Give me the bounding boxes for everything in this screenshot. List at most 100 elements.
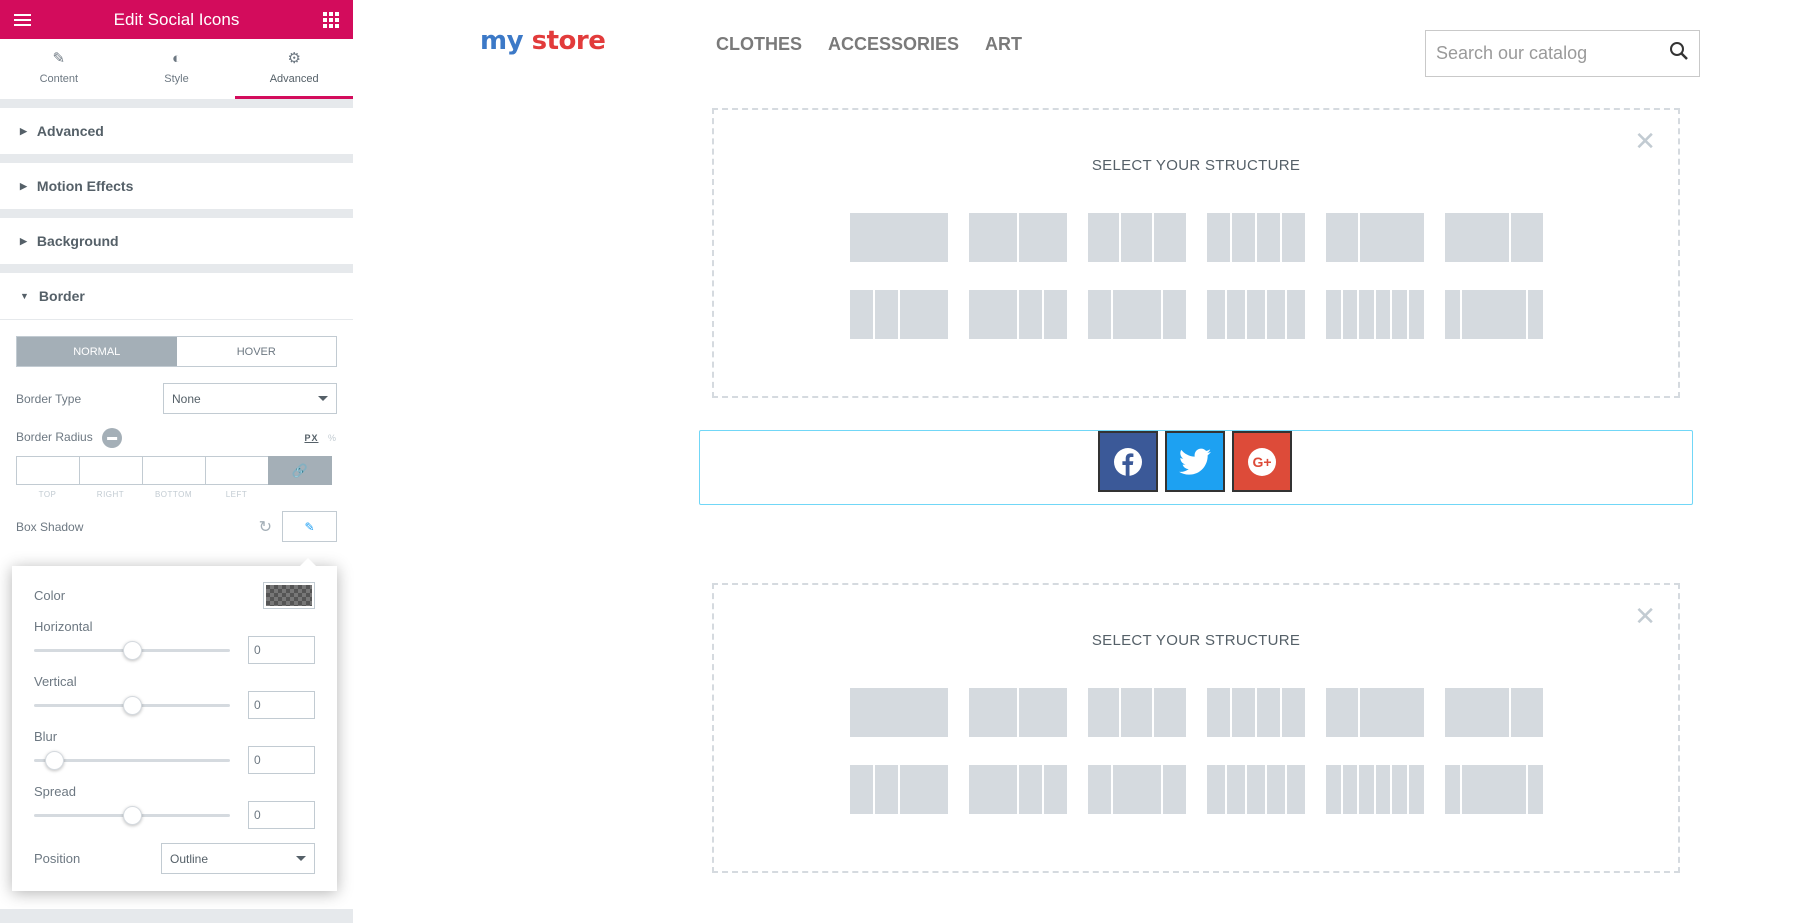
section-label: Advanced	[36, 123, 104, 139]
tab-content[interactable]: ✎ Content	[0, 39, 118, 99]
radius-right-input[interactable]	[79, 456, 142, 485]
preset-1-col[interactable]	[850, 688, 948, 737]
border-radius-dimensions: 🔗	[16, 456, 337, 485]
spread-slider[interactable]	[34, 805, 230, 825]
vertical-slider[interactable]	[34, 695, 230, 715]
chevron-down-icon	[296, 856, 306, 861]
radius-left-input[interactable]	[205, 456, 268, 485]
link-values-icon[interactable]: 🔗	[268, 456, 332, 485]
spread-slider-thumb[interactable]	[123, 805, 142, 825]
page-preview: my store CLOTHES ACCESSORIES ART ✕ SELEC…	[353, 0, 1816, 923]
section-border[interactable]: ▼ Border	[0, 273, 353, 319]
spread-input[interactable]	[248, 801, 315, 829]
search-box	[1425, 30, 1700, 77]
preset-6-col[interactable]	[1326, 765, 1424, 814]
preset-2-col[interactable]	[969, 688, 1067, 737]
section-background[interactable]: ▶ Background	[0, 218, 353, 264]
tab-label: Advanced	[269, 73, 319, 85]
border-type-select[interactable]: None	[163, 383, 337, 414]
radius-bottom-input[interactable]	[142, 456, 205, 485]
position-value: Outline	[170, 851, 209, 866]
preset-33-66[interactable]	[1326, 688, 1424, 737]
border-type-label: Border Type	[16, 391, 82, 406]
structure-selector-top: ✕ SELECT YOUR STRUCTURE	[712, 108, 1680, 398]
tab-label: Content	[39, 73, 79, 85]
blur-slider-thumb[interactable]	[44, 750, 64, 770]
preset-4-col[interactable]	[1207, 688, 1305, 737]
close-icon[interactable]: ✕	[1634, 128, 1656, 154]
caret-right-icon: ▶	[20, 235, 27, 246]
preset-66-33[interactable]	[1445, 213, 1543, 262]
preset-25-50-25[interactable]	[1088, 290, 1186, 339]
horizontal-slider[interactable]	[34, 640, 230, 660]
social-icons-section[interactable]: G+	[699, 430, 1693, 505]
preset-2-col[interactable]	[969, 213, 1067, 262]
preset-6-col[interactable]	[1326, 290, 1424, 339]
search-input[interactable]	[1436, 43, 1669, 64]
logo-text-my: my	[480, 26, 524, 56]
search-icon[interactable]	[1669, 41, 1689, 67]
tab-label: Style	[164, 73, 189, 85]
preset-16-66-16[interactable]	[1445, 765, 1543, 814]
preset-33-66[interactable]	[1326, 213, 1424, 262]
radius-top-input[interactable]	[16, 456, 79, 485]
unit-px[interactable]: PX	[304, 433, 318, 443]
preset-25-25-50[interactable]	[850, 765, 948, 814]
vertical-slider-thumb[interactable]	[123, 695, 142, 715]
preset-3-col[interactable]	[1088, 213, 1186, 262]
color-picker-swatch[interactable]	[263, 582, 315, 609]
structure-title: SELECT YOUR STRUCTURE	[1091, 632, 1301, 649]
color-label: Color	[34, 588, 66, 603]
horizontal-input[interactable]	[248, 636, 315, 664]
preset-5-col[interactable]	[1207, 290, 1305, 339]
google-plus-icon[interactable]: G+	[1232, 431, 1292, 492]
unit-percent[interactable]: %	[328, 433, 337, 443]
preset-16-66-16[interactable]	[1445, 290, 1543, 339]
preset-5-col[interactable]	[1207, 765, 1305, 814]
dim-label-left: LEFT	[225, 490, 248, 499]
structure-title: SELECT YOUR STRUCTURE	[1091, 157, 1301, 174]
preset-50-25-25[interactable]	[969, 290, 1067, 339]
tab-advanced[interactable]: ⚙ Advanced	[235, 39, 354, 99]
preset-4-col[interactable]	[1207, 213, 1305, 262]
preset-66-33[interactable]	[1445, 688, 1543, 737]
close-icon[interactable]: ✕	[1634, 603, 1656, 629]
section-motion-effects[interactable]: ▶ Motion Effects	[0, 163, 353, 209]
border-type-value: None	[172, 391, 201, 406]
panel-tabs: ✎ Content ◐ Style ⚙ Advanced	[0, 39, 354, 99]
horizontal-slider-thumb[interactable]	[123, 640, 142, 660]
store-logo[interactable]: my store	[480, 26, 606, 56]
reset-icon[interactable]: ↻	[259, 517, 272, 537]
pencil-icon: ✎	[52, 50, 66, 67]
preset-3-col[interactable]	[1088, 688, 1186, 737]
blur-label: Blur	[34, 729, 58, 744]
caret-down-icon: ▼	[20, 291, 29, 301]
preset-50-25-25[interactable]	[969, 765, 1067, 814]
position-select[interactable]: Outline	[161, 843, 315, 874]
twitter-icon[interactable]	[1165, 431, 1225, 492]
dim-label-right: RIGHT	[96, 490, 125, 499]
nav-art[interactable]: ART	[985, 34, 1022, 55]
vertical-input[interactable]	[248, 691, 315, 719]
caret-right-icon: ▶	[20, 125, 27, 136]
position-label: Position	[34, 851, 81, 866]
blur-slider[interactable]	[34, 750, 230, 770]
preset-1-col[interactable]	[850, 213, 948, 262]
section-advanced[interactable]: ▶ Advanced	[0, 108, 353, 154]
desktop-responsive-icon[interactable]: ▬	[102, 428, 123, 448]
tab-hover[interactable]: HOVER	[177, 337, 337, 366]
nav-accessories[interactable]: ACCESSORIES	[828, 34, 959, 55]
blur-input[interactable]	[248, 746, 315, 774]
nav-clothes[interactable]: CLOTHES	[716, 34, 802, 55]
unit-switcher: PX %	[304, 433, 337, 443]
tab-style[interactable]: ◐ Style	[118, 39, 236, 99]
facebook-icon[interactable]	[1098, 431, 1158, 492]
preset-25-25-50[interactable]	[850, 290, 948, 339]
widgets-grid-icon[interactable]	[317, 6, 345, 34]
social-icons-widget: G+	[1098, 431, 1292, 492]
edit-shadow-button[interactable]: ✎	[282, 511, 337, 542]
menu-icon[interactable]	[8, 6, 36, 34]
tab-normal[interactable]: NORMAL	[17, 337, 177, 366]
box-shadow-label: Box Shadow	[16, 519, 84, 534]
preset-25-50-25[interactable]	[1088, 765, 1186, 814]
